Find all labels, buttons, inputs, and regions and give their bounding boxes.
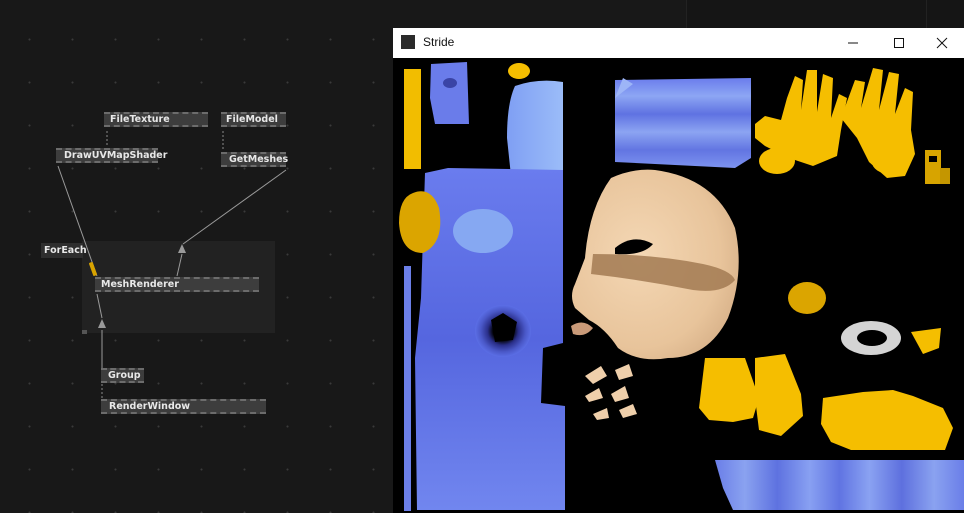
uv-striped-pants <box>715 460 964 510</box>
uv-yellow-blob-small <box>788 282 826 314</box>
node-label: GetMeshes <box>229 154 289 165</box>
node-group[interactable]: Group <box>101 368 144 383</box>
node-label: RenderWindow <box>109 401 191 412</box>
input-pin-arrow-icon[interactable] <box>98 319 106 328</box>
uv-yellow-left <box>399 191 441 253</box>
close-icon <box>936 37 948 48</box>
uv-map-viewport[interactable] <box>393 58 964 513</box>
window-title: Stride <box>423 35 455 49</box>
node-label: Group <box>108 370 141 381</box>
node-render-window[interactable]: RenderWindow <box>101 399 266 414</box>
node-label: DrawUVMapShader <box>64 150 168 161</box>
node-label: FileTexture <box>110 114 170 125</box>
uv-yellow-boots <box>699 358 759 422</box>
minimize-button[interactable] <box>830 28 876 58</box>
node-mesh-renderer[interactable]: MeshRenderer <box>95 277 259 292</box>
link-mesh-input <box>176 253 183 277</box>
node-label: MeshRenderer <box>101 279 179 290</box>
input-pin-arrow-icon[interactable] <box>178 244 186 253</box>
minimize-icon <box>848 42 858 43</box>
uv-light-blue-blob <box>453 209 513 253</box>
node-label: ForEach <box>44 245 87 256</box>
app-icon <box>401 35 415 49</box>
uv-map-render <box>399 62 964 511</box>
uv-yellow-dot <box>508 63 530 79</box>
node-for-each[interactable]: ForEach <box>41 243 87 258</box>
node-label: FileModel <box>226 114 278 125</box>
link-getmeshes-meshrenderer <box>182 169 287 245</box>
uv-hat <box>615 78 751 168</box>
uv-neck-pieces <box>585 364 637 420</box>
uv-blue-patch-top <box>430 62 469 124</box>
uv-yellow-strip <box>404 69 421 169</box>
maximize-icon <box>894 37 904 48</box>
node-draw-uv-map-shader[interactable]: DrawUVMapShader <box>56 148 167 163</box>
maximize-button[interactable] <box>876 28 922 58</box>
link-meshrenderer-group <box>96 293 103 319</box>
node-file-model[interactable]: FileModel <box>221 112 286 127</box>
title-bar[interactable]: Stride <box>393 28 964 58</box>
render-window[interactable]: Stride <box>393 28 964 513</box>
link-drawuv-meshrenderer <box>57 165 98 277</box>
node-file-texture[interactable]: FileTexture <box>104 112 208 127</box>
node-get-meshes[interactable]: GetMeshes <box>221 152 289 167</box>
uv-light-blue-sleeve <box>507 80 563 176</box>
close-button[interactable] <box>919 28 964 58</box>
